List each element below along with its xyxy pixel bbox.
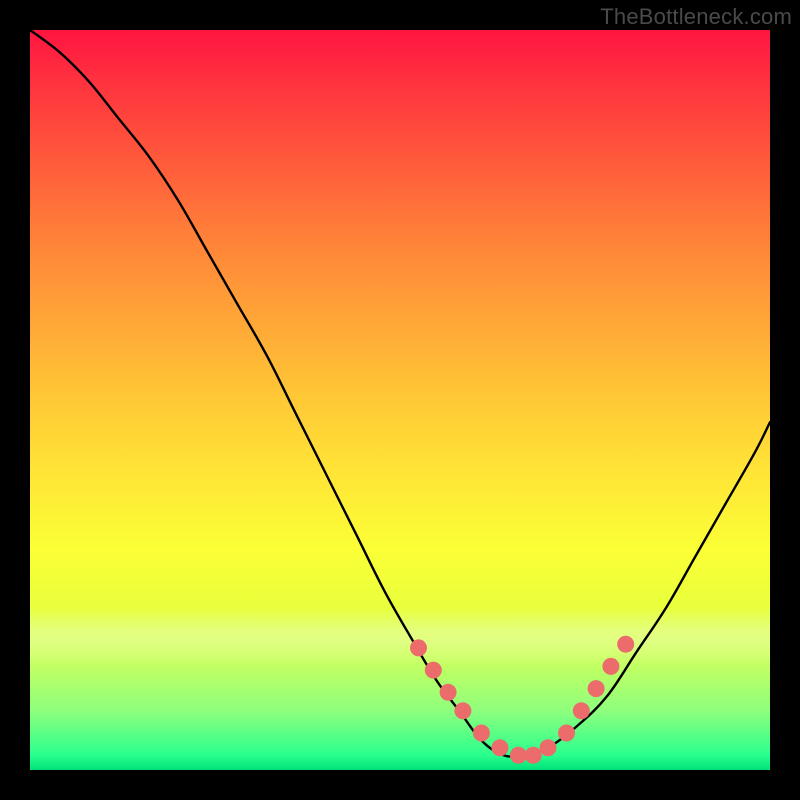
marker-dot bbox=[573, 702, 590, 719]
plot-area bbox=[30, 30, 770, 770]
bottleneck-curve bbox=[30, 30, 770, 757]
marker-dots bbox=[410, 636, 634, 764]
marker-dot bbox=[454, 702, 471, 719]
marker-dot bbox=[491, 739, 508, 756]
marker-dot bbox=[410, 639, 427, 656]
curve-svg bbox=[30, 30, 770, 770]
marker-dot bbox=[588, 680, 605, 697]
marker-dot bbox=[473, 725, 490, 742]
marker-dot bbox=[540, 739, 557, 756]
watermark-text: TheBottleneck.com bbox=[600, 4, 792, 30]
marker-dot bbox=[425, 662, 442, 679]
marker-dot bbox=[440, 684, 457, 701]
marker-dot bbox=[558, 725, 575, 742]
marker-dot bbox=[617, 636, 634, 653]
marker-dot bbox=[602, 658, 619, 675]
marker-dot bbox=[510, 747, 527, 764]
marker-dot bbox=[525, 747, 542, 764]
